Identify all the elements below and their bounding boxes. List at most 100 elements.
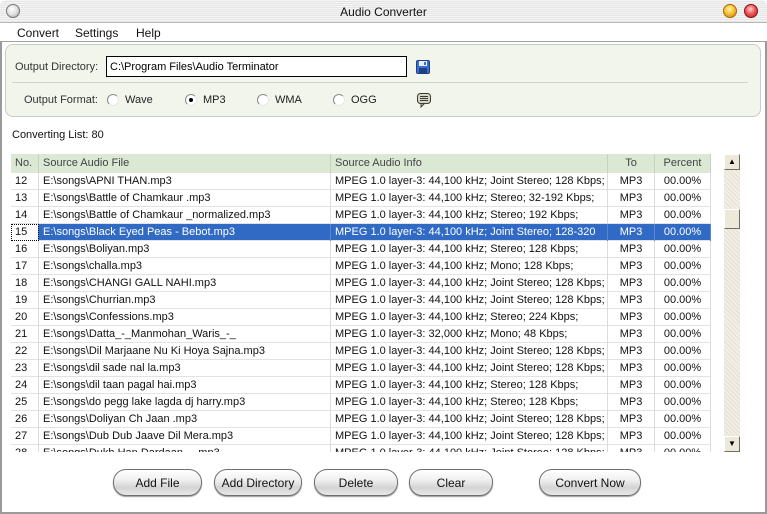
cell-percent: 00.00% xyxy=(655,292,711,309)
cell-to-format: MP3 xyxy=(608,275,655,292)
cell-percent: 00.00% xyxy=(655,428,711,445)
table-row[interactable]: 16 E:\songs\Boliyan.mp3 MPEG 1.0 layer-3: … xyxy=(11,241,711,258)
cell-no: 14 xyxy=(11,207,39,224)
cell-to-format: MP3 xyxy=(608,394,655,411)
delete-button[interactable]: Delete xyxy=(314,469,398,496)
cell-source-file: E:\songs\Battle of Chamkaur _normalized.… xyxy=(39,207,331,224)
convert-now-button[interactable]: Convert Now xyxy=(539,469,641,496)
cell-no: 16 xyxy=(11,241,39,258)
scroll-thumb[interactable] xyxy=(724,209,740,229)
table-row[interactable]: 18 E:\songs\CHANGI GALL NAHI.mp3 MPEG 1.0 … xyxy=(11,275,711,292)
table-row[interactable]: 22 E:\songs\Dil Marjaane Nu Ki Hoya Sajna… xyxy=(11,343,711,360)
format-option-ogg[interactable]: OGG xyxy=(333,93,377,107)
cell-source-file: E:\songs\do pegg lake lagda dj harry.mp3 xyxy=(39,394,331,411)
cell-source-file: E:\songs\challa.mp3 xyxy=(39,258,331,275)
format-option-wma[interactable]: WMA xyxy=(257,93,302,107)
cell-source-file: E:\songs\Dub Dub Jaave Dil Mera.mp3 xyxy=(39,428,331,445)
table-row[interactable]: 14 E:\songs\Battle of Chamkaur _normalize… xyxy=(11,207,711,224)
table-row[interactable]: 24 E:\songs\dil taan pagal hai.mp3 MPEG 1.… xyxy=(11,377,711,394)
radio-mp3-label: MP3 xyxy=(203,94,226,106)
cell-no: 27 xyxy=(11,428,39,445)
cell-percent: 00.00% xyxy=(655,207,711,224)
table-row[interactable]: 20 E:\songs\Confessions.mp3 MPEG 1.0 layer… xyxy=(11,309,711,326)
cell-source-info: MPEG 1.0 layer-3: 44,100 kHz; Joint Ster… xyxy=(331,428,608,445)
cell-source-file: E:\songs\Datta_-_Manmohan_Waris_-_ xyxy=(39,326,331,343)
cell-source-file: E:\songs\Battle of Chamkaur .mp3 xyxy=(39,190,331,207)
cell-source-info: MPEG 1.0 layer-3: 44,100 kHz; Joint Ster… xyxy=(331,173,608,190)
table-row[interactable]: 15 E:\songs\Black Eyed Peas - Bebot.mp3 MP… xyxy=(11,224,711,241)
floppy-disk-icon[interactable] xyxy=(416,60,430,74)
cell-source-file: E:\songs\Dil Marjaane Nu Ki Hoya Sajna.m… xyxy=(39,343,331,360)
cell-percent: 00.00% xyxy=(655,173,711,190)
cell-source-file: E:\songs\dil taan pagal hai.mp3 xyxy=(39,377,331,394)
menu-convert[interactable]: Convert xyxy=(17,26,59,40)
cell-percent: 00.00% xyxy=(655,258,711,275)
scroll-down-button[interactable]: ▼ xyxy=(724,436,740,452)
table-row[interactable]: 17 E:\songs\challa.mp3 MPEG 1.0 layer-3: 4… xyxy=(11,258,711,275)
conversion-table: No. Source Audio File Source Audio Info … xyxy=(11,154,711,452)
cell-no: 17 xyxy=(11,258,39,275)
radio-wave[interactable] xyxy=(107,94,119,106)
cell-percent: 00.00% xyxy=(655,309,711,326)
radio-mp3[interactable] xyxy=(185,94,197,106)
column-header-file[interactable]: Source Audio File xyxy=(39,154,331,173)
format-option-mp3[interactable]: MP3 xyxy=(185,93,226,107)
radio-wma[interactable] xyxy=(257,94,269,106)
cell-source-file: E:\songs\Confessions.mp3 xyxy=(39,309,331,326)
cell-to-format: MP3 xyxy=(608,326,655,343)
column-header-to[interactable]: To xyxy=(608,154,655,173)
radio-wave-label: Wave xyxy=(125,94,153,106)
table-row[interactable]: 25 E:\songs\do pegg lake lagda dj harry.m… xyxy=(11,394,711,411)
table-row[interactable]: 13 E:\songs\Battle of Chamkaur .mp3 MPEG 1… xyxy=(11,190,711,207)
cell-source-file: E:\songs\CHANGI GALL NAHI.mp3 xyxy=(39,275,331,292)
table-row[interactable]: 23 E:\songs\dil sade nal la.mp3 MPEG 1.0 l… xyxy=(11,360,711,377)
cell-source-file: E:\songs\Dukh Han Dardaan ....mp3 xyxy=(39,445,331,452)
add-file-button[interactable]: Add File xyxy=(113,469,202,496)
cell-source-info: MPEG 1.0 layer-3: 44,100 kHz; Mono; 128 … xyxy=(331,258,608,275)
radio-ogg-label: OGG xyxy=(351,94,377,106)
table-row[interactable]: 21 E:\songs\Datta_-_Manmohan_Waris_-_ MPEG… xyxy=(11,326,711,343)
cell-no: 24 xyxy=(11,377,39,394)
cell-percent: 00.00% xyxy=(655,224,711,241)
cell-source-file: E:\songs\APNI THAN.mp3 xyxy=(39,173,331,190)
cell-percent: 00.00% xyxy=(655,360,711,377)
scroll-up-button[interactable]: ▲ xyxy=(724,154,740,170)
minimize-button[interactable] xyxy=(723,4,737,18)
cell-to-format: MP3 xyxy=(608,241,655,258)
format-option-wave[interactable]: Wave xyxy=(107,93,153,107)
table-row[interactable]: 26 E:\songs\Doliyan Ch Jaan .mp3 MPEG 1.0 … xyxy=(11,411,711,428)
menu-help[interactable]: Help xyxy=(136,26,161,40)
cell-to-format: MP3 xyxy=(608,173,655,190)
cell-to-format: MP3 xyxy=(608,292,655,309)
cell-no: 28 xyxy=(11,445,39,452)
cell-source-info: MPEG 1.0 layer-3: 44,100 kHz; Joint Ster… xyxy=(331,292,608,309)
column-header-percent[interactable]: Percent xyxy=(655,154,711,173)
menu-settings[interactable]: Settings xyxy=(75,26,118,40)
vertical-scrollbar[interactable]: ▲ ▼ xyxy=(724,154,740,452)
column-header-info[interactable]: Source Audio Info xyxy=(331,154,608,173)
cell-source-info: MPEG 1.0 layer-3: 44,100 kHz; Stereo; 22… xyxy=(331,309,608,326)
cell-source-file: E:\songs\dil sade nal la.mp3 xyxy=(39,360,331,377)
cell-source-file: E:\songs\Boliyan.mp3 xyxy=(39,241,331,258)
table-row[interactable]: 27 E:\songs\Dub Dub Jaave Dil Mera.mp3 MPE… xyxy=(11,428,711,445)
speech-bubble-icon[interactable] xyxy=(417,93,431,108)
cell-to-format: MP3 xyxy=(608,258,655,275)
add-directory-button[interactable]: Add Directory xyxy=(214,469,302,496)
cell-percent: 00.00% xyxy=(655,411,711,428)
converting-list-count: Converting List: 80 xyxy=(12,129,104,141)
clear-button[interactable]: Clear xyxy=(409,469,493,496)
cell-source-info: MPEG 1.0 layer-3: 44,100 kHz; Stereo; 19… xyxy=(331,207,608,224)
table-row[interactable]: 19 E:\songs\Churrian.mp3 MPEG 1.0 layer-3:… xyxy=(11,292,711,309)
column-header-no[interactable]: No. xyxy=(11,154,39,173)
cell-percent: 00.00% xyxy=(655,445,711,452)
table-row[interactable]: 12 E:\songs\APNI THAN.mp3 MPEG 1.0 layer-3… xyxy=(11,173,711,190)
cell-no: 25 xyxy=(11,394,39,411)
close-button[interactable] xyxy=(744,4,758,18)
cell-percent: 00.00% xyxy=(655,377,711,394)
table-row[interactable]: 28E:\songs\Dukh Han Dardaan ....mp3MPEG … xyxy=(11,445,711,452)
radio-ogg[interactable] xyxy=(333,94,345,106)
cell-no: 19 xyxy=(11,292,39,309)
output-directory-input[interactable] xyxy=(106,56,407,77)
radio-wma-label: WMA xyxy=(275,94,302,106)
cell-no: 20 xyxy=(11,309,39,326)
